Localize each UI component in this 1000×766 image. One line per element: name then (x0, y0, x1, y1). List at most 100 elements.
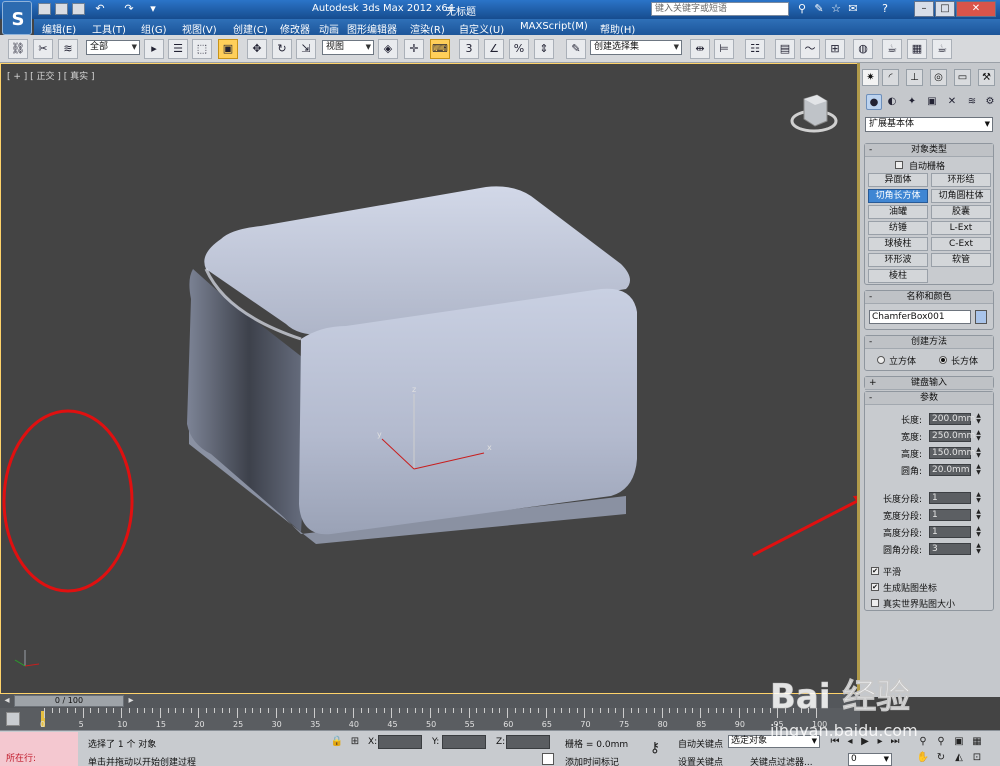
maxscript-listener[interactable]: 所在行: (0, 732, 78, 766)
width-segs-spinner[interactable]: ▲ ▼ (975, 509, 982, 521)
select-manipulate-icon[interactable]: ✛ (404, 39, 424, 59)
menu-views[interactable]: 视图(V) (182, 21, 217, 36)
mini-curve-editor-icon[interactable] (6, 712, 20, 726)
z-coord-field[interactable] (506, 735, 550, 749)
named-selection-dropdown[interactable]: 创建选择集 (590, 40, 682, 55)
object-type-header[interactable]: - 对象类型 (865, 144, 993, 157)
bind-space-warp-icon[interactable]: ≋ (58, 39, 78, 59)
layer-manager-icon[interactable]: ☷ (745, 39, 765, 59)
perspective-viewport[interactable]: [ + ] [ 正交 ] [ 真实 ] x y z (0, 63, 860, 694)
orbit-icon[interactable]: ↻ (934, 751, 948, 765)
save-file-icon[interactable] (72, 3, 85, 15)
search-input[interactable]: 键入关键字或短语 (651, 2, 789, 16)
align-icon[interactable]: ⊨ (714, 39, 734, 59)
menu-customize[interactable]: 自定义(U) (459, 21, 504, 36)
motion-tab-icon[interactable]: ◎ (930, 69, 947, 86)
radio-cube[interactable] (877, 356, 885, 364)
create-tab-icon[interactable]: ✷ (862, 69, 879, 86)
name-color-header[interactable]: - 名称和颜色 (865, 291, 993, 304)
lock-selection-icon[interactable]: 🔒 (330, 735, 344, 749)
btn-oiltank[interactable]: 油罐 (868, 205, 928, 219)
width-segs-field[interactable]: 1 (929, 509, 971, 521)
height-field[interactable]: 150.0mm (929, 447, 975, 459)
menu-rendering[interactable]: 渲染(R) (410, 21, 445, 36)
link-icon[interactable]: ⛓ (8, 39, 28, 59)
help-icon[interactable]: ? (878, 2, 892, 16)
keyboard-shortcut-icon[interactable]: ⌨ (430, 39, 450, 59)
btn-hedra[interactable]: 异面体 (868, 173, 928, 187)
fov-icon[interactable]: ◭ (952, 751, 966, 765)
new-file-icon[interactable] (38, 3, 51, 15)
cameras-icon[interactable]: ▣ (924, 94, 940, 110)
creation-method-header[interactable]: - 创建方法 (865, 336, 993, 349)
menu-edit[interactable]: 编辑(E) (42, 21, 76, 36)
window-crossing-icon[interactable]: ▣ (218, 39, 238, 59)
auto-key-button[interactable]: 自动关键点 (678, 737, 723, 750)
display-tab-icon[interactable]: ▭ (954, 69, 971, 86)
maximize-button[interactable]: □ (935, 1, 955, 17)
undo-icon[interactable]: ↶ (93, 2, 107, 16)
lights-icon[interactable]: ✦ (904, 94, 920, 110)
width-spinner[interactable]: ▲ ▼ (975, 430, 982, 442)
menu-modifiers[interactable]: 修改器 (280, 21, 310, 36)
fillet-segs-spinner[interactable]: ▲ ▼ (975, 543, 982, 555)
btn-capsule[interactable]: 胶囊 (931, 205, 991, 219)
autogrid-checkbox[interactable] (895, 161, 903, 169)
fillet-segs-field[interactable]: 3 (929, 543, 971, 555)
menu-maxscript[interactable]: MAXScript(M) (520, 21, 588, 32)
star-icon[interactable]: ☆ (829, 2, 843, 16)
minimize-button[interactable]: – (914, 1, 934, 17)
menu-group[interactable]: 组(G) (141, 21, 167, 36)
time-tag-icon[interactable] (542, 753, 554, 765)
btn-cext[interactable]: C-Ext (931, 237, 991, 251)
ref-coord-dropdown[interactable]: 视图 (322, 40, 374, 55)
render-setup-icon[interactable]: ☕ (882, 39, 902, 59)
binoculars-icon[interactable]: ⚲ (795, 2, 809, 16)
snaps-toggle-icon[interactable]: 3 (459, 39, 479, 59)
select-scale-icon[interactable]: ⇲ (296, 39, 316, 59)
btn-prism[interactable]: 棱柱 (868, 269, 928, 283)
rect-selection-icon[interactable]: ⬚ (192, 39, 212, 59)
redo-icon[interactable]: ↷ (122, 2, 136, 16)
spinner-snap-icon[interactable]: ⇕ (534, 39, 554, 59)
smooth-checkbox[interactable]: ✔ (871, 567, 879, 575)
keyboard-entry-header[interactable]: + 键盘输入 (865, 377, 993, 390)
time-slider[interactable]: 0 / 100 (14, 695, 124, 707)
height-segs-field[interactable]: 1 (929, 526, 971, 538)
btn-lext[interactable]: L-Ext (931, 221, 991, 235)
systems-icon[interactable]: ⚙ (982, 94, 998, 110)
btn-chamfercyl[interactable]: 切角圆柱体 (931, 189, 991, 203)
key-filters-button[interactable]: 关键点过滤器... (750, 755, 813, 766)
btn-gengon[interactable]: 球棱柱 (868, 237, 928, 251)
open-file-icon[interactable] (55, 3, 68, 15)
length-segs-field[interactable]: 1 (929, 492, 971, 504)
set-key-button[interactable]: 设置关键点 (678, 755, 723, 766)
x-coord-field[interactable] (378, 735, 422, 749)
edit-named-sel-icon[interactable]: ✎ (566, 39, 586, 59)
maximize-viewport-icon[interactable]: ⊡ (970, 751, 984, 765)
render-production-icon[interactable]: ☕ (932, 39, 952, 59)
radio-box[interactable] (939, 356, 947, 364)
object-name-input[interactable]: ChamferBox001 (869, 310, 971, 324)
slider-next-icon[interactable]: ▸ (124, 694, 138, 708)
utilities-tab-icon[interactable]: ⚒ (978, 69, 995, 86)
width-field[interactable]: 250.0mm (929, 430, 975, 442)
height-spinner[interactable]: ▲ ▼ (975, 447, 982, 459)
y-coord-field[interactable] (442, 735, 486, 749)
btn-hose[interactable]: 软管 (931, 253, 991, 267)
selection-filter-dropdown[interactable]: 全部 (86, 40, 140, 55)
btn-spindle[interactable]: 纺锤 (868, 221, 928, 235)
app-logo-icon[interactable]: S (2, 1, 32, 35)
zoom-extents-all-icon[interactable]: ▦ (970, 735, 984, 749)
menu-graph-editors[interactable]: 图形编辑器 (347, 21, 397, 36)
mirror-icon[interactable]: ⇹ (690, 39, 710, 59)
fillet-spinner[interactable]: ▲ ▼ (975, 464, 982, 476)
height-segs-spinner[interactable]: ▲ ▼ (975, 526, 982, 538)
unlink-icon[interactable]: ✂ (33, 39, 53, 59)
helpers-icon[interactable]: ✕ (944, 94, 960, 110)
modify-tab-icon[interactable]: ◜ (882, 69, 899, 86)
category-dropdown[interactable]: 扩展基本体 (865, 117, 993, 132)
graphite-tools-icon[interactable]: ▤ (775, 39, 795, 59)
btn-ringwave[interactable]: 环形波 (868, 253, 928, 267)
select-move-icon[interactable]: ✥ (247, 39, 267, 59)
